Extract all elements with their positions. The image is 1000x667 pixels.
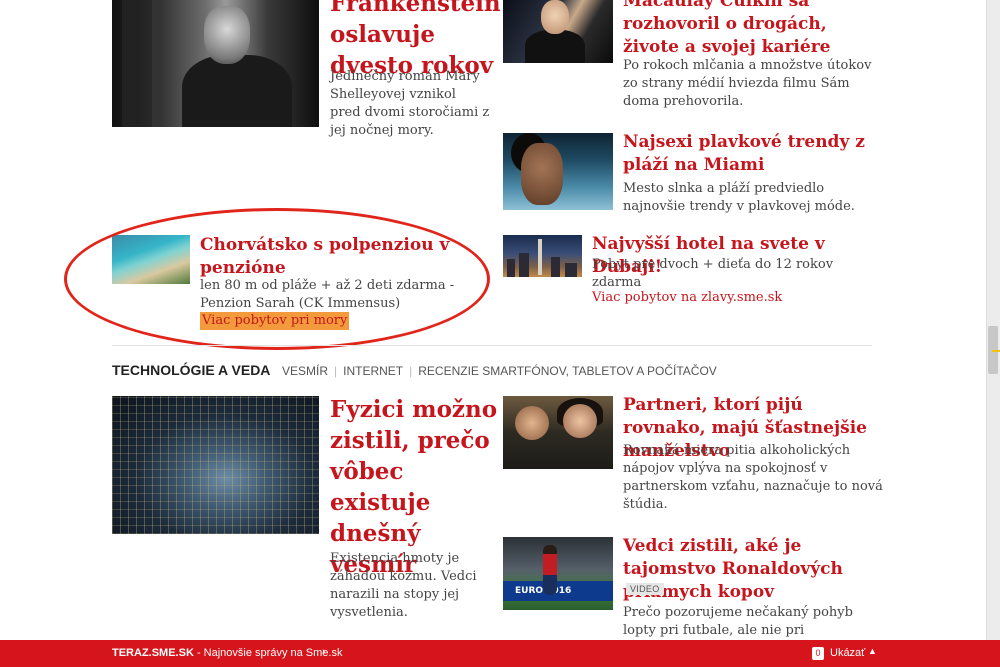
annotation-ellipse bbox=[64, 208, 490, 350]
ronaldo-image[interactable]: EURO 2016 bbox=[503, 537, 613, 610]
physics-summary: Existencia hmoty je záhadou kozmu. Vedci… bbox=[330, 551, 477, 620]
section-link-recenzie[interactable]: RECENZIE SMARTFÓNOV, TABLETOV A POČÍTAČO… bbox=[418, 364, 717, 378]
physics-image[interactable] bbox=[112, 396, 319, 534]
ticker-count-badge: 0 bbox=[812, 647, 824, 660]
show-button[interactable]: Ukázať bbox=[830, 647, 865, 659]
caret-up-icon[interactable]: ▲ bbox=[868, 646, 877, 656]
ronaldo-summary: Prečo pozorujeme nečakaný pohyb lopty pr… bbox=[623, 605, 853, 638]
section-link-separator: | bbox=[409, 364, 413, 378]
partners-image[interactable] bbox=[503, 396, 613, 469]
video-badge: VIDEO bbox=[626, 583, 664, 595]
section-divider bbox=[112, 345, 872, 346]
ticker-tagline: - Najnovšie správy na Sme.sk bbox=[193, 647, 343, 659]
ticker-brand: TERAZ.SME.SK bbox=[112, 647, 194, 659]
section-link-vesmir[interactable]: VESMÍR bbox=[282, 364, 328, 378]
scroll-position-marker bbox=[992, 350, 1000, 352]
culkin-summary: Po rokoch mlčania a množstve útokov zo s… bbox=[623, 58, 872, 109]
swimwear-summary: Mesto slnka a pláží predviedlo najnovšie… bbox=[623, 181, 855, 214]
scrollbar-track[interactable] bbox=[986, 0, 1000, 640]
culkin-headline[interactable]: Macaulay Culkin sa rozhovoril o drogách,… bbox=[623, 0, 883, 59]
frankenstein-image[interactable] bbox=[112, 0, 319, 127]
section-link-internet[interactable]: INTERNET bbox=[343, 364, 403, 378]
ticker-text[interactable]: TERAZ.SME.SK - Najnovšie správy na Sme.s… bbox=[112, 647, 342, 659]
dubai-more-link[interactable]: Viac pobytov na zlavy.sme.sk bbox=[592, 290, 782, 305]
section-title[interactable]: TECHNOLÓGIE A VEDA bbox=[112, 362, 270, 378]
culkin-image[interactable] bbox=[503, 0, 613, 63]
frankenstein-summary: Jedinečný román Mary Shelleyovej vznikol… bbox=[330, 69, 490, 138]
swimwear-image[interactable] bbox=[503, 133, 613, 210]
section-link-separator: | bbox=[334, 364, 338, 378]
dubai-image[interactable] bbox=[503, 235, 582, 277]
chevron-right-icon[interactable]: › bbox=[322, 646, 326, 658]
partners-summary: Rovnaká miera pitia alkoholických nápojo… bbox=[623, 443, 883, 512]
section-links: VESMÍR | INTERNET | RECENZIE SMARTFÓNOV,… bbox=[282, 364, 717, 378]
news-ticker-bar[interactable]: TERAZ.SME.SK - Najnovšie správy na Sme.s… bbox=[0, 640, 1000, 667]
euro-2016-banner: EURO 2016 bbox=[503, 581, 613, 601]
swimwear-headline[interactable]: Najsexi plavkové trendy z pláží na Miami bbox=[623, 131, 873, 177]
dubai-summary: Pobyt pre dvoch + dieťa do 12 rokov zdar… bbox=[592, 257, 834, 290]
